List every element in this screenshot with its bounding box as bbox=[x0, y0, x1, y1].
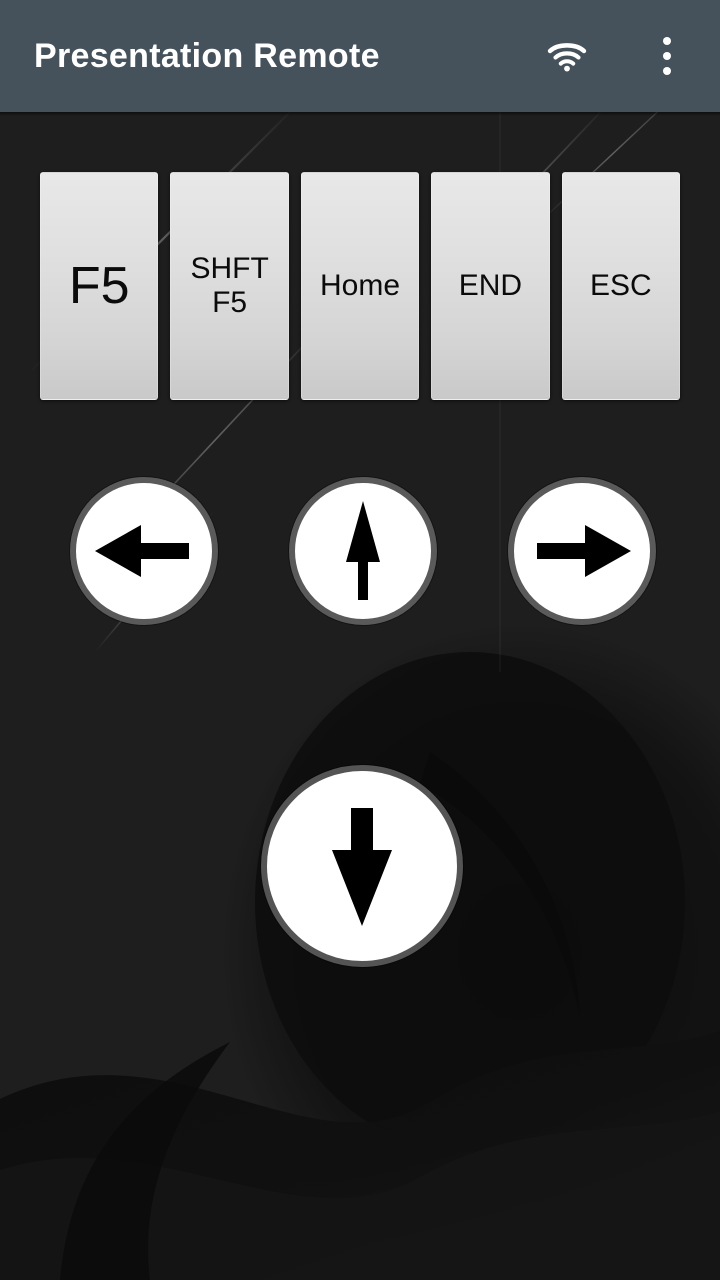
presentation-remote-screen: Presentation Remote F5 SHFT F5 Home END … bbox=[0, 0, 720, 1280]
key-label: F5 bbox=[68, 256, 130, 315]
arrow-up-icon bbox=[346, 501, 380, 600]
arrow-left-icon bbox=[95, 525, 189, 577]
key-label: END bbox=[458, 269, 523, 303]
overflow-menu-icon[interactable] bbox=[638, 27, 696, 85]
key-label: Home bbox=[320, 269, 401, 303]
key-button-end[interactable]: END bbox=[431, 172, 550, 400]
key-label: ESC bbox=[589, 269, 652, 303]
remote-control-panel: F5 SHFT F5 Home END ESC bbox=[0, 112, 720, 1280]
key-button-esc[interactable]: ESC bbox=[561, 172, 681, 400]
key-button-f5[interactable]: F5 bbox=[40, 172, 159, 400]
overflow-dot bbox=[663, 52, 671, 60]
page-title: Presentation Remote bbox=[34, 36, 380, 75]
arrow-button-down[interactable] bbox=[261, 765, 463, 967]
key-button-home[interactable]: Home bbox=[300, 172, 420, 400]
overflow-dot bbox=[663, 37, 671, 45]
arrow-button-left[interactable] bbox=[70, 477, 218, 625]
app-bar-shadow bbox=[0, 112, 720, 116]
key-button-shift-f5[interactable]: SHFT F5 bbox=[170, 172, 289, 400]
arrow-button-up[interactable] bbox=[289, 477, 437, 625]
wifi-icon[interactable] bbox=[538, 27, 596, 85]
direction-button-row bbox=[0, 477, 720, 627]
app-bar: Presentation Remote bbox=[0, 0, 720, 112]
arrow-button-right[interactable] bbox=[508, 477, 656, 625]
function-key-row: F5 SHFT F5 Home END ESC bbox=[40, 172, 681, 400]
arrow-right-icon bbox=[537, 525, 631, 577]
arrow-down-icon bbox=[332, 808, 392, 926]
key-label: SHFT F5 bbox=[190, 252, 269, 319]
overflow-dot bbox=[663, 67, 671, 75]
overflow-dots bbox=[663, 37, 671, 75]
